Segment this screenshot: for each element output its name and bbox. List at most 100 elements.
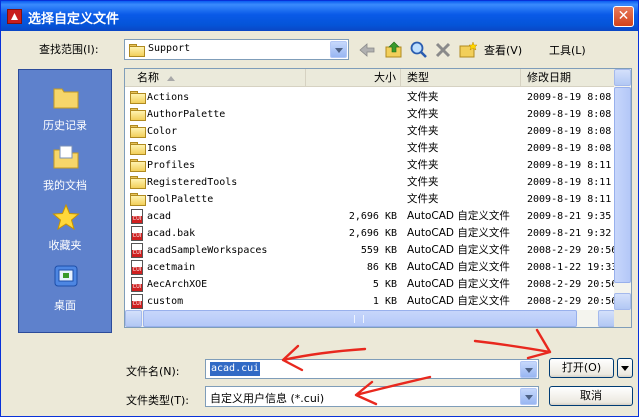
desktop-icon [54, 265, 78, 287]
folder-icon [130, 159, 146, 172]
history-folder-icon [53, 88, 79, 109]
folder-icon [130, 142, 146, 155]
file-type: AutoCAD 自定义文件 [407, 278, 510, 290]
cui-file-icon: CUI [131, 209, 143, 224]
file-row[interactable]: CUI custom 1 KB AutoCAD 自定义文件 2008-2-29 20:5… [125, 293, 615, 310]
file-dialog-window: 选择自定义文件 ✕ 查找范围(I): Support 查看(V) 工具(L) 历… [0, 0, 639, 417]
file-name: AuthorPalette [147, 109, 226, 120]
column-name[interactable]: 名称 [125, 69, 306, 87]
file-row[interactable]: CUI acad.bak 2,696 KB AutoCAD 自定义文件 2009-8-2… [125, 225, 615, 242]
file-date: 2009-8-19 8:08 [527, 109, 612, 120]
place-desktop-label: 桌面 [54, 299, 76, 312]
filename-dropdown-button[interactable] [520, 361, 537, 378]
file-row[interactable]: RegisteredTools 文件夹 2009-8-19 8:11 [125, 174, 615, 191]
file-row[interactable]: AuthorPalette 文件夹 2009-8-19 8:08 [125, 106, 615, 123]
filetype-dropdown-button[interactable] [520, 388, 537, 405]
lookin-combo[interactable]: Support [124, 39, 349, 60]
place-history-label: 历史记录 [43, 119, 87, 132]
file-name: ToolPalette [147, 194, 214, 205]
column-type[interactable]: 类型 [401, 69, 521, 87]
file-type: 文件夹 [407, 91, 439, 103]
filetype-label: 文件类型(T): [126, 394, 190, 407]
file-name: custom [147, 296, 184, 307]
file-date: 2009-8-19 8:08 [527, 143, 612, 154]
file-size: 559 KB [360, 245, 397, 256]
place-desktop[interactable]: 桌面 [19, 260, 111, 320]
scroll-right-button[interactable] [598, 310, 615, 327]
file-type: 文件夹 [407, 193, 439, 205]
filetype-select[interactable]: 自定义用户信息 (*.cui) [205, 386, 539, 407]
cancel-button[interactable]: 取消 [549, 386, 633, 406]
file-row[interactable]: Actions 文件夹 2009-8-19 8:08 [125, 89, 615, 106]
new-folder-icon[interactable] [458, 40, 478, 60]
vertical-scroll-thumb[interactable] [614, 87, 631, 283]
scroll-up-button[interactable] [614, 69, 631, 86]
file-row[interactable]: ToolPalette 文件夹 2009-8-19 8:11 [125, 191, 615, 208]
place-my-documents[interactable]: 我的文档 [19, 140, 111, 200]
filename-value: acad.cui [210, 362, 261, 376]
place-favorites-label: 收藏夹 [48, 239, 82, 252]
lookin-dropdown-button[interactable] [330, 41, 347, 58]
open-button[interactable]: 打开(O) [549, 358, 614, 378]
tools-menu-button[interactable]: 工具(L) [547, 40, 621, 60]
file-row[interactable]: Profiles 文件夹 2009-8-19 8:11 [125, 157, 615, 174]
file-rows: Actions 文件夹 2009-8-19 8:08 AuthorPalette 文件夹… [125, 89, 615, 310]
places-bar: 历史记录 我的文档 收藏夹 桌面 [18, 69, 112, 333]
file-name: Icons [147, 143, 178, 154]
file-row[interactable]: CUI AecArchXOE 5 KB AutoCAD 自定义文件 2008-2-29 … [125, 276, 615, 293]
file-row[interactable]: CUI acad 2,696 KB AutoCAD 自定义文件 2009-8-21 9:… [125, 208, 615, 225]
file-date: 2009-8-21 9:35 [527, 211, 612, 222]
cui-file-icon: CUI [131, 226, 143, 241]
file-date: 2009-8-19 8:11 [527, 177, 612, 188]
file-row[interactable]: CUI acadSampleWorkspaces 559 KB AutoCAD 自定义… [125, 242, 615, 259]
place-history[interactable]: 历史记录 [19, 80, 111, 140]
folder-icon [129, 44, 145, 57]
close-button[interactable]: ✕ [613, 6, 634, 27]
autocad-app-icon [7, 9, 22, 24]
up-folder-icon[interactable] [384, 40, 404, 60]
folder-icon [130, 108, 146, 121]
folder-icon [130, 125, 146, 138]
cui-file-icon: CUI [131, 243, 143, 258]
file-date: 2009-8-19 8:08 [527, 126, 612, 137]
scroll-grip [354, 315, 364, 323]
place-favorites[interactable]: 收藏夹 [19, 200, 111, 260]
file-name: AecArchXOE [147, 279, 208, 290]
cui-badge: CUI [132, 284, 142, 291]
file-type: 文件夹 [407, 176, 439, 188]
file-date: 2008-2-29 20:56 [527, 245, 615, 256]
file-row[interactable]: Color 文件夹 2009-8-19 8:08 [125, 123, 615, 140]
window-title: 选择自定义文件 [28, 12, 120, 27]
horizontal-scrollbar[interactable] [125, 310, 615, 327]
title-bar[interactable]: 选择自定义文件 ✕ [1, 1, 638, 31]
file-date: 2009-8-19 8:11 [527, 160, 612, 171]
file-name: Profiles [147, 160, 196, 171]
filetype-value: 自定义用户信息 (*.cui) [210, 392, 325, 405]
file-size: 86 KB [366, 262, 397, 273]
horizontal-scroll-thumb[interactable] [143, 310, 577, 327]
column-date[interactable]: 修改日期 [521, 69, 615, 87]
lookin-value: Support [148, 43, 191, 54]
file-list[interactable]: 名称 大小 类型 修改日期 Actions 文件夹 2009-8-19 8:08 Au… [124, 68, 632, 328]
open-options-button[interactable] [617, 358, 633, 378]
file-name: Color [147, 126, 178, 137]
view-menu-button[interactable]: 查看(V) [482, 40, 540, 60]
star-icon [52, 204, 80, 230]
scrollbar-corner [614, 310, 631, 327]
file-row[interactable]: CUI acetmain 86 KB AutoCAD 自定义文件 2008-1-22 1… [125, 259, 615, 276]
vertical-scrollbar[interactable] [614, 69, 631, 310]
scroll-left-button[interactable] [125, 310, 142, 327]
file-date: 2009-8-19 8:11 [527, 194, 612, 205]
scroll-down-button[interactable] [614, 293, 631, 310]
cui-badge: CUI [132, 250, 142, 257]
column-size[interactable]: 大小 [306, 69, 401, 87]
search-web-icon[interactable] [409, 40, 429, 60]
file-name: acetmain [147, 262, 196, 273]
place-my-documents-label: 我的文档 [43, 179, 87, 192]
filename-input[interactable]: acad.cui [205, 359, 539, 379]
file-date: 2008-2-29 20:56 [527, 296, 615, 307]
back-icon[interactable] [357, 40, 377, 60]
delete-icon[interactable] [433, 40, 453, 60]
file-size: 1 KB [372, 296, 397, 307]
file-row[interactable]: Icons 文件夹 2009-8-19 8:08 [125, 140, 615, 157]
